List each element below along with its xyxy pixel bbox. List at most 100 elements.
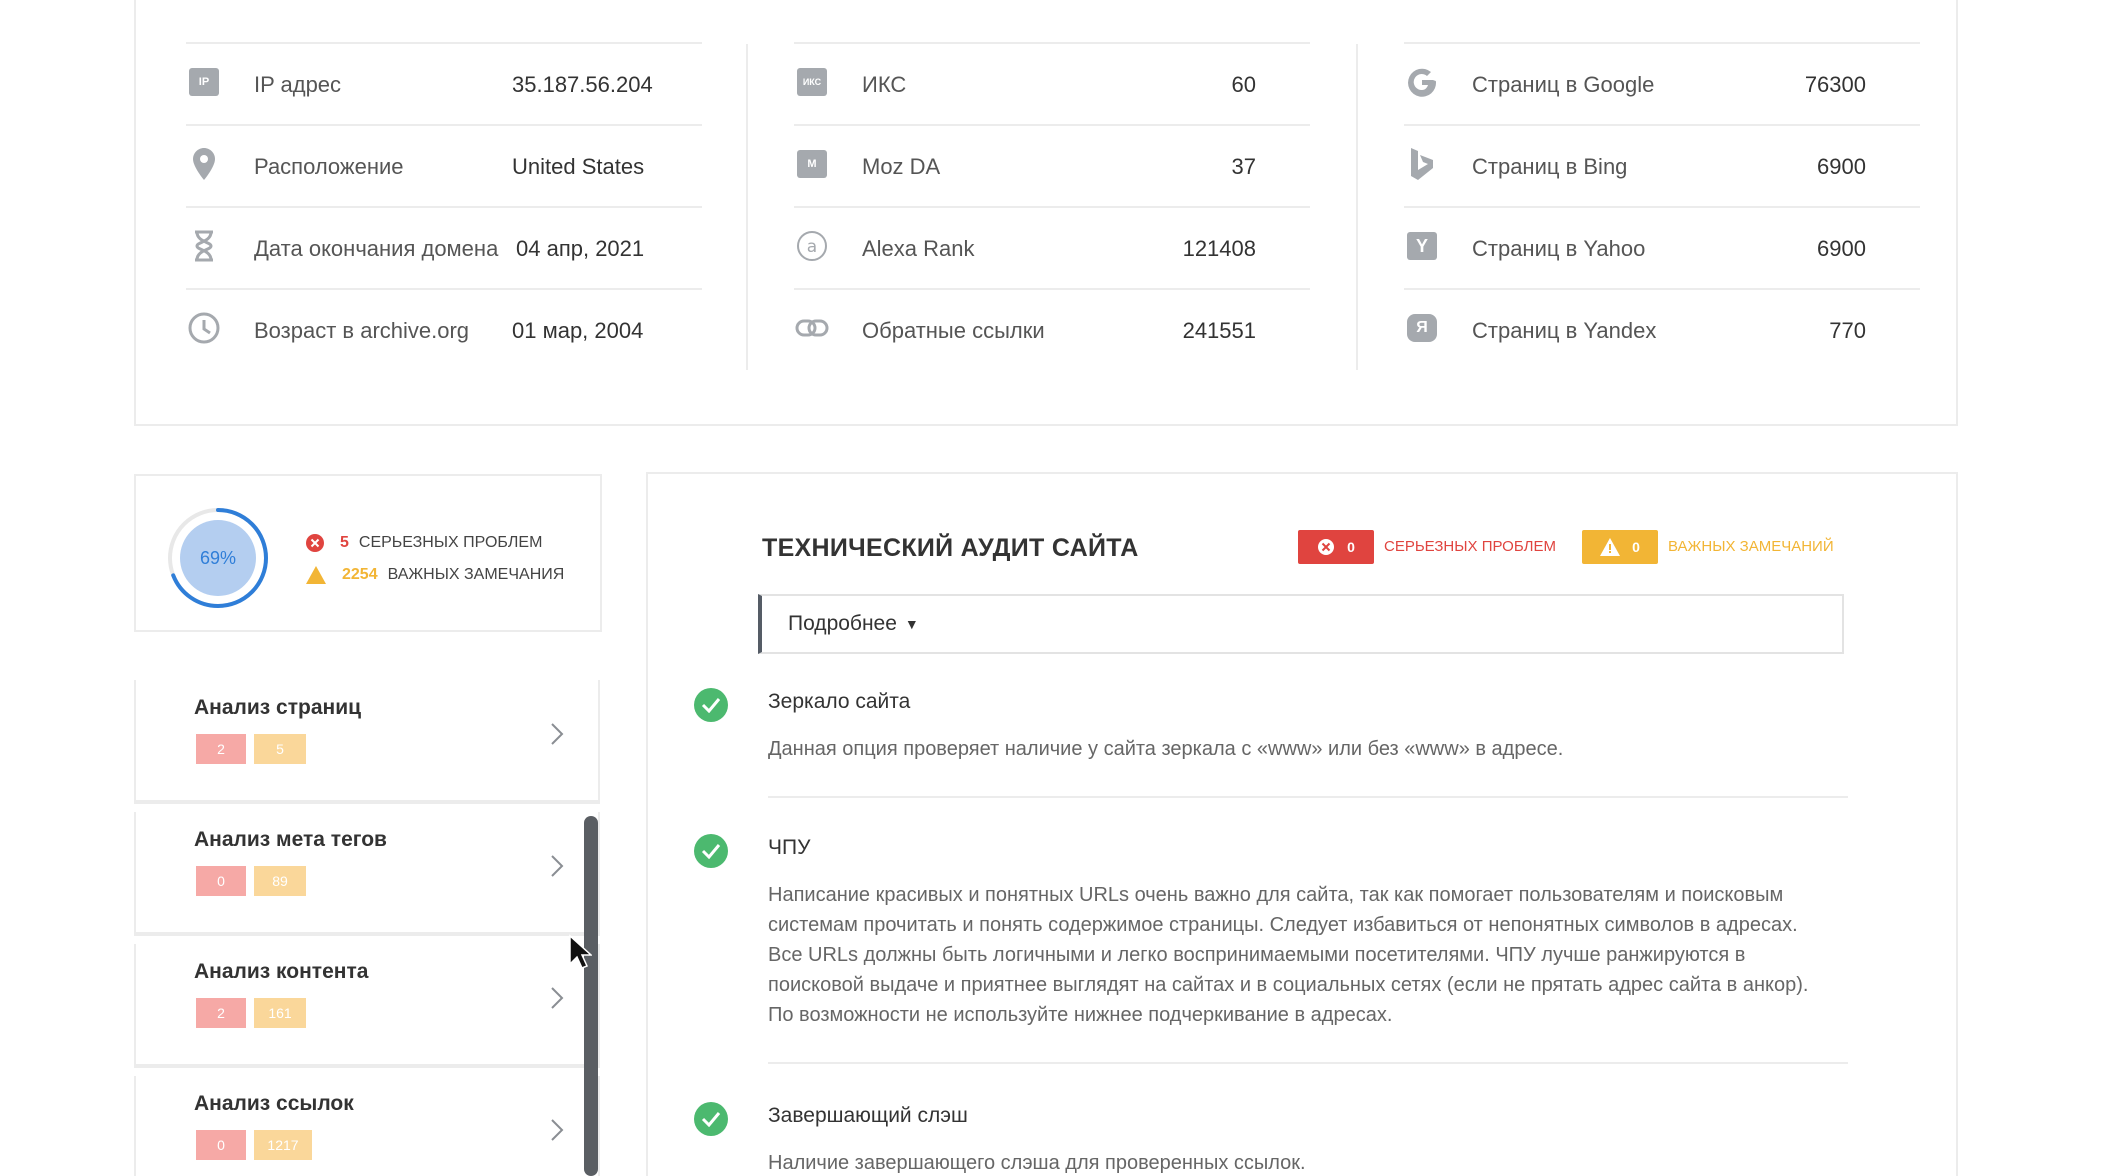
warning-icon	[1600, 538, 1621, 556]
sidebar-item-meta-tags[interactable]: Анализ мета тегов 0 89	[134, 812, 600, 936]
serious-count: 5	[340, 534, 349, 551]
warnings-count-badge: 0	[1582, 530, 1658, 564]
stat-row-yandex: Я Страниц в Yandex 770	[1404, 288, 1920, 370]
sidebar-scrollbar[interactable]	[584, 816, 598, 1176]
score-gauge: 69%	[166, 506, 270, 610]
yahoo-icon: Y	[1404, 228, 1440, 264]
stat-value: 76300	[1804, 72, 1866, 97]
stat-value: 01 мар, 2004	[512, 318, 644, 343]
check-icon	[694, 688, 728, 722]
mouse-cursor-icon	[569, 934, 592, 969]
errors-badge: 0	[196, 1130, 246, 1160]
stat-label: Alexa Rank	[862, 236, 975, 261]
moz-icon: M	[794, 146, 830, 182]
stat-row-location: Расположение United States	[186, 124, 702, 206]
audit-item-title: Завершающий слэш	[768, 1104, 968, 1127]
stat-label: Moz DA	[862, 154, 941, 179]
stat-value: 37	[1231, 154, 1256, 179]
stat-row-ip: IP IP адрес 35.187.56.204	[186, 42, 702, 124]
audit-item-description: Написание красивых и понятных URLs очень…	[768, 884, 1809, 1026]
location-pin-icon	[186, 146, 222, 182]
divider	[768, 796, 1848, 798]
page-title: ТЕХНИЧЕСКИЙ АУДИТ САЙТА	[762, 534, 1139, 562]
stat-label: Страниц в Google	[1472, 72, 1655, 97]
stat-label: Страниц в Yandex	[1472, 318, 1657, 343]
stat-label: Дата окончания домена	[254, 236, 499, 261]
sidebar-item-label: Анализ страниц	[194, 696, 362, 719]
sidebar-item-label: Анализ мета тегов	[194, 828, 387, 851]
technical-audit-card: ТЕХНИЧЕСКИЙ АУДИТ САЙТА 0 СЕРЬЕЗНЫХ ПРОБ…	[646, 472, 1958, 1176]
stat-label: Расположение	[254, 154, 404, 179]
caret-down-icon: ▼	[904, 616, 919, 632]
stat-label: Обратные ссылки	[862, 318, 1045, 343]
important-count: 2254	[342, 566, 378, 583]
column-divider	[1356, 44, 1358, 370]
serious-label: СЕРЬЕЗНЫХ ПРОБЛЕМ	[358, 534, 543, 551]
stat-value: 60	[1231, 72, 1256, 97]
audit-item-title: ЧПУ	[768, 836, 811, 859]
site-stats-card: IP IP адрес 35.187.56.204 Расположение U…	[134, 0, 1958, 426]
serious-problems-summary: 5 СЕРЬЕЗНЫХ ПРОБЛЕМ	[306, 534, 542, 552]
audit-item-description: Данная опция проверяет наличие у сайта з…	[768, 738, 1564, 760]
audit-item-description: Наличие завершающего слэша для проверенн…	[768, 1152, 1306, 1174]
important-notes-summary: 2254 ВАЖНЫХ ЗАМЕЧАНИЯ	[306, 566, 564, 584]
analysis-sections-list: Анализ страниц 2 5 Анализ мета тегов 0 8…	[134, 680, 602, 1176]
stat-label: IP адрес	[254, 72, 342, 97]
details-label: Подробнее	[788, 612, 897, 635]
stat-row-backlinks: Обратные ссылки 241551	[794, 288, 1310, 370]
chevron-right-icon	[551, 987, 564, 1009]
stat-label: Возраст в archive.org	[254, 318, 470, 343]
stat-label: Страниц в Bing	[1472, 154, 1628, 179]
clock-icon	[186, 310, 222, 346]
chevron-right-icon	[551, 723, 564, 745]
error-icon	[306, 534, 324, 552]
check-icon	[694, 834, 728, 868]
divider	[768, 1062, 1848, 1064]
bing-icon	[1404, 146, 1440, 182]
warnings-label: ВАЖНЫХ ЗАМЕЧАНИЙ	[1668, 538, 1834, 555]
warnings-count: 0	[1632, 539, 1640, 555]
stat-value: 35.187.56.204	[512, 72, 653, 97]
warnings-badge: 1217	[254, 1130, 312, 1160]
warnings-badge: 5	[254, 734, 306, 764]
details-dropdown[interactable]: Подробнее ▼	[758, 594, 1844, 654]
sidebar-item-pages[interactable]: Анализ страниц 2 5	[134, 680, 600, 804]
score-summary-card: 69% 5 СЕРЬЕЗНЫХ ПРОБЛЕМ 2254 ВАЖНЫХ ЗАМЕ…	[134, 474, 602, 632]
stat-row-google: Страниц в Google 76300	[1404, 42, 1920, 124]
stat-value: 770	[1829, 318, 1866, 343]
stat-value: 121408	[1182, 236, 1256, 261]
sidebar-item-label: Анализ контента	[194, 960, 369, 983]
stat-value: United States	[512, 154, 645, 179]
score-percent: 69%	[180, 520, 256, 596]
errors-badge: 2	[196, 998, 246, 1028]
stat-row-alexa: a Alexa Rank 121408	[794, 206, 1310, 288]
warnings-badge: 89	[254, 866, 306, 896]
stat-value: 241551	[1182, 318, 1256, 343]
errors-count: 0	[1347, 539, 1355, 555]
yandex-icon: Я	[1404, 310, 1440, 346]
column-divider	[746, 44, 748, 370]
stat-value: 6900	[1817, 154, 1866, 179]
errors-label: СЕРЬЕЗНЫХ ПРОБЛЕМ	[1384, 538, 1557, 555]
chevron-right-icon	[551, 1119, 564, 1141]
important-label: ВАЖНЫХ ЗАМЕЧАНИЯ	[387, 566, 565, 583]
stat-row-bing: Страниц в Bing 6900	[1404, 124, 1920, 206]
error-icon	[1318, 539, 1335, 555]
errors-badge: 0	[196, 866, 246, 896]
errors-count-badge: 0	[1298, 530, 1374, 564]
errors-badge: 2	[196, 734, 246, 764]
warnings-badge: 161	[254, 998, 306, 1028]
sidebar-item-content[interactable]: Анализ контента 2 161	[134, 944, 600, 1068]
sidebar-item-links[interactable]: Анализ ссылок 0 1217	[134, 1076, 600, 1176]
alexa-icon: a	[794, 228, 830, 264]
ip-icon: IP	[186, 64, 222, 100]
stat-label: Страниц в Yahoo	[1472, 236, 1646, 261]
svg-text:a: a	[807, 237, 817, 257]
hourglass-icon	[186, 228, 222, 264]
stat-row-archive-age: Возраст в archive.org 01 мар, 2004	[186, 288, 702, 370]
stat-row-iks: ИКС ИКС 60	[794, 42, 1310, 124]
sidebar-item-label: Анализ ссылок	[194, 1092, 354, 1115]
stat-label: ИКС	[862, 72, 907, 97]
stat-row-yahoo: Y Страниц в Yahoo 6900	[1404, 206, 1920, 288]
audit-item-title: Зеркало сайта	[768, 690, 911, 713]
